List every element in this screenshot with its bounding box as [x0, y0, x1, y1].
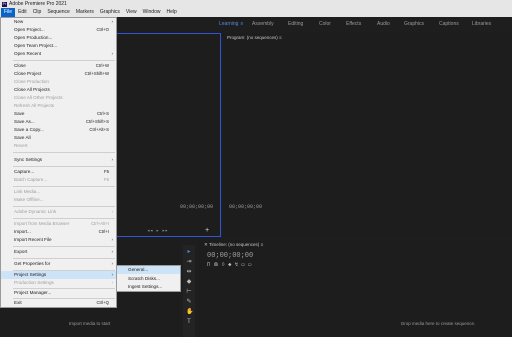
- file-menu-item-open-team-project[interactable]: Open Team Project...: [1, 42, 116, 50]
- menu-separator: [13, 206, 115, 207]
- submenu-item-ingest-settings[interactable]: Ingest Settings...: [117, 283, 180, 291]
- menu-window[interactable]: Window: [140, 8, 164, 17]
- program-monitor-panel[interactable]: [223, 33, 512, 237]
- file-menu-item-new[interactable]: New ›: [1, 18, 116, 26]
- workspace-tab-assembly[interactable]: Assembly: [252, 21, 274, 27]
- program-timecode: 00;00;00;00: [229, 204, 263, 210]
- menu-edit[interactable]: Edit: [15, 8, 30, 17]
- track-select-tool-icon[interactable]: ⇥: [186, 259, 192, 265]
- file-menu-item-exit[interactable]: Exit Ctrl+Q: [1, 299, 116, 307]
- menu-sequence[interactable]: Sequence: [44, 8, 73, 17]
- timeline-timecode: 00;00;00;00: [207, 252, 254, 260]
- workspace-tab-color[interactable]: Color: [319, 21, 331, 27]
- timeline-drop-hint: Drop media here to create sequence.: [401, 321, 476, 326]
- file-menu-item-batch-capture: Batch Capture... F6: [14, 177, 109, 182]
- file-menu-item-get-properties-for[interactable]: Get Properties for ›: [1, 260, 116, 268]
- source-transport-controls[interactable]: ◂◂ ▸ ▸▸: [147, 228, 168, 234]
- menu-help[interactable]: Help: [163, 8, 179, 17]
- chevron-right-icon: ›: [111, 51, 114, 56]
- menu-file[interactable]: File: [1, 8, 16, 17]
- menu-separator: [13, 166, 115, 167]
- menu-separator: [13, 218, 115, 219]
- chevron-right-icon: ›: [111, 237, 114, 242]
- chevron-right-icon: ›: [111, 280, 114, 285]
- program-monitor-title: Program: (no sequences) ≡: [227, 35, 282, 40]
- menu-clip[interactable]: Clip: [30, 8, 45, 17]
- workspace-tab-audio[interactable]: Audio: [377, 21, 390, 27]
- chevron-right-icon: ›: [111, 261, 114, 266]
- razor-tool-icon[interactable]: ◆: [186, 279, 192, 285]
- menu-graphics[interactable]: Graphics: [97, 8, 123, 17]
- file-menu-item-revert: Revert: [14, 143, 28, 148]
- chevron-right-icon: ›: [111, 209, 114, 214]
- file-menu-item-save-a-copy[interactable]: Save a Copy... Ctrl+Alt+S: [1, 126, 116, 134]
- menu-separator: [13, 152, 115, 153]
- file-menu-item-adobe-dynamic-link: Adobe Dynamic Link ›: [14, 209, 114, 214]
- chevron-right-icon: ›: [111, 19, 114, 24]
- file-menu-item-refresh-all-projects: Refresh All Projects: [14, 103, 55, 108]
- menu-separator: [13, 60, 115, 61]
- file-menu-item-project-manager[interactable]: Project Manager...: [1, 289, 116, 297]
- file-menu-item-open-production[interactable]: Open Production...: [1, 34, 116, 42]
- type-tool-icon[interactable]: T: [186, 319, 192, 325]
- menu-bar: File Edit Clip Sequence Markers Graphics…: [0, 8, 512, 17]
- file-menu-item-save-as[interactable]: Save As... Ctrl+Shift+S: [1, 118, 116, 126]
- timeline-menu-icon[interactable]: ≡: [261, 242, 264, 247]
- workspace-menu-icon[interactable]: ≡: [240, 21, 243, 27]
- workspace-tab-captions[interactable]: Captions: [439, 21, 459, 27]
- title-bar: Pr Adobe Premiere Pro 2021: [0, 0, 512, 8]
- file-menu-item-link-media: Link Media...: [14, 189, 41, 194]
- workspace-tab-graphics[interactable]: Graphics: [404, 21, 424, 27]
- file-menu-item-close-all-other-projects: Close All Other Projects: [14, 95, 63, 100]
- project-settings-submenu: General... Scratch Disks... Ingest Setti…: [116, 265, 181, 292]
- source-add-button-icon[interactable]: +: [205, 227, 209, 235]
- file-menu-item-export[interactable]: Export ›: [1, 248, 116, 256]
- chevron-right-icon: ›: [111, 157, 114, 162]
- file-menu-item-make-offline: Make Offline...: [14, 197, 44, 202]
- file-menu-item-close-production: Close Production: [14, 79, 49, 84]
- file-menu-item-close-all-projects[interactable]: Close All Projects: [1, 86, 116, 94]
- file-menu-item-open-recent[interactable]: Open Recent ›: [1, 50, 116, 58]
- file-menu-item-import-from-media-browser: Import from Media Browser Ctrl+Alt+I: [14, 221, 109, 226]
- file-menu-item-close[interactable]: Close Ctrl+W: [1, 62, 116, 70]
- menu-separator: [13, 186, 115, 187]
- menu-markers[interactable]: Markers: [73, 8, 97, 17]
- source-timecode: 00;00;00;00: [180, 204, 214, 210]
- window-title: Adobe Premiere Pro 2021: [9, 1, 67, 7]
- ripple-edit-tool-icon[interactable]: ⇹: [186, 269, 192, 275]
- slip-tool-icon[interactable]: ⊢: [186, 289, 192, 295]
- file-menu-dropdown: New › Open Project... Ctrl+O Open Producti…: [0, 17, 117, 308]
- file-menu-item-sync-settings[interactable]: Sync Settings ›: [1, 156, 116, 164]
- workspace-tab-effects[interactable]: Effects: [346, 21, 361, 27]
- project-import-hint: Import media to start: [69, 321, 111, 326]
- file-menu-item-project-settings[interactable]: Project Settings ›: [1, 271, 116, 279]
- file-menu-item-save[interactable]: Save Ctrl+S: [1, 110, 116, 118]
- tools-panel: ▸ ⇥ ⇹ ◆ ⊢ ✎ ✋ T: [183, 245, 195, 337]
- workspace-tab-learning[interactable]: Learning ≡: [219, 21, 243, 27]
- file-menu-item-close-project[interactable]: Close Project Ctrl+Shift+W: [1, 70, 116, 78]
- pen-tool-icon[interactable]: ✎: [186, 299, 192, 305]
- timeline-title: ✕ Timeline: (no sequences) ≡: [204, 242, 264, 247]
- chevron-right-icon: ›: [111, 249, 114, 254]
- timeline-toolbar-icons[interactable]: ⊓ ⋒ ◊ ◆ ↯ ▭ ▭: [207, 261, 251, 268]
- workspace-tab-editing[interactable]: Editing: [288, 21, 303, 27]
- file-menu-item-save-all[interactable]: Save All: [1, 134, 116, 142]
- submenu-item-general[interactable]: General...: [117, 266, 180, 274]
- chevron-right-icon: ›: [111, 272, 114, 277]
- workspace-tab-libraries[interactable]: Libraries: [472, 21, 491, 27]
- file-menu-item-production-settings: Production Settings ›: [14, 280, 114, 285]
- selection-tool-icon[interactable]: ▸: [186, 249, 192, 255]
- menu-separator: [13, 258, 115, 259]
- file-menu-item-open-project[interactable]: Open Project... Ctrl+O: [1, 26, 116, 34]
- file-menu-item-import[interactable]: Import... Ctrl+I: [1, 228, 116, 236]
- hand-tool-icon[interactable]: ✋: [186, 309, 193, 315]
- program-menu-icon[interactable]: ≡: [279, 35, 282, 40]
- file-menu-item-import-recent-file[interactable]: Import Recent File ›: [1, 236, 116, 244]
- file-menu-item-capture[interactable]: Capture... F5: [1, 168, 116, 176]
- menu-separator: [13, 246, 115, 247]
- premiere-app-icon: Pr: [2, 1, 7, 7]
- timeline-close-icon[interactable]: ✕: [204, 242, 208, 247]
- submenu-item-scratch-disks[interactable]: Scratch Disks...: [117, 275, 180, 283]
- menu-view[interactable]: View: [123, 8, 140, 17]
